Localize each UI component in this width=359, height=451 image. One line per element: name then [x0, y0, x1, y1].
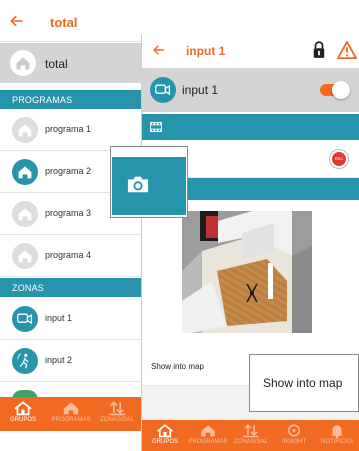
program-label: programa 3	[45, 208, 92, 218]
film-icon[interactable]	[150, 122, 162, 132]
back-top-bar: total	[0, 0, 141, 42]
toggle-knob	[332, 81, 350, 99]
selected-group-bar[interactable]: total	[0, 43, 141, 83]
list-item-zona[interactable]: input 1	[0, 299, 141, 340]
device-toggle[interactable]	[320, 81, 350, 99]
show-into-map-tooltip: Show into map	[249, 354, 359, 412]
device-icon	[150, 77, 176, 103]
camera-popup[interactable]	[110, 146, 188, 218]
home-icon	[18, 250, 32, 263]
warning-icon[interactable]	[337, 41, 357, 59]
app-stage: total total PROGRAMAS programa 1 program…	[0, 0, 359, 451]
program-label: programa 1	[45, 124, 92, 134]
inout-icon	[109, 401, 125, 416]
list-item-programa[interactable]: programa 1	[0, 110, 141, 151]
group-avatar	[10, 50, 36, 76]
home-icon	[18, 124, 32, 137]
nav-grupos[interactable]: GRUPOS	[144, 423, 186, 445]
lock-icon[interactable]	[312, 41, 326, 59]
device-header-bar: input 1	[142, 68, 359, 112]
zone-label: input 2	[45, 355, 73, 365]
tooltip-text: Show into map	[263, 376, 343, 390]
camera-icon	[155, 84, 171, 96]
list-item-programa[interactable]: programa 4	[0, 236, 141, 277]
target-icon	[288, 424, 300, 437]
home-icon	[18, 166, 32, 179]
home-icon	[18, 208, 32, 221]
camera-icon	[17, 313, 33, 325]
nav-zonas[interactable]: ZONAS/SAL	[230, 423, 272, 445]
program-icon	[12, 201, 38, 227]
zone-icon	[12, 348, 38, 374]
nav-programas[interactable]: PROGRAMAS	[187, 423, 229, 445]
media-tab-bar	[142, 114, 359, 140]
program-icon	[12, 243, 38, 269]
rec-dot: REC	[332, 152, 346, 166]
rec-button[interactable]: REC	[329, 149, 349, 169]
device-name: input 1	[182, 83, 219, 97]
camera-icon	[127, 176, 149, 193]
front-title: input 1	[186, 44, 226, 58]
section-header-programas: PROGRAMAS	[0, 90, 141, 109]
front-top-bar: input 1	[142, 34, 359, 67]
back-title: total	[50, 15, 78, 30]
show-into-map-label: Show into map	[151, 362, 204, 371]
group-name: total	[45, 57, 68, 71]
list-item-zona[interactable]: input 2	[0, 341, 141, 382]
bell-icon	[331, 425, 343, 438]
nav-notificas[interactable]: NOTIFICAS	[316, 423, 358, 445]
home-icon	[63, 402, 79, 415]
inout-icon	[243, 424, 259, 438]
program-label: programa 2	[45, 166, 92, 176]
back-bottom-nav: GRUPOS PROGRAMAS ZONAS/SAL	[0, 397, 141, 431]
nav-insight[interactable]: INSIGHT	[273, 423, 315, 445]
zone-icon	[12, 306, 38, 332]
back-arrow-icon[interactable]	[9, 13, 25, 29]
program-icon	[12, 117, 38, 143]
program-icon	[12, 159, 38, 185]
nav-grupos[interactable]: GRUPOS	[2, 400, 44, 423]
nav-programas[interactable]: PROGRAMAS	[50, 400, 92, 423]
nav-zonas[interactable]: ZONAS/SAL	[96, 400, 138, 423]
zone-label: input 1	[45, 313, 73, 323]
motion-sensor-icon	[17, 353, 29, 369]
floor-plan-image	[182, 211, 312, 333]
back-arrow-icon[interactable]	[152, 43, 166, 57]
camera-popup-panel[interactable]	[112, 157, 186, 215]
home-icon	[14, 401, 32, 416]
front-bottom-nav: GRUPOS PROGRAMAS ZONAS/SAL INSIGHT NOTIF…	[142, 420, 359, 451]
program-label: programa 4	[45, 250, 92, 260]
section-header-zonas: ZONAS	[0, 278, 141, 297]
home-icon	[201, 425, 215, 437]
home-icon	[16, 57, 30, 70]
home-icon	[156, 424, 174, 438]
